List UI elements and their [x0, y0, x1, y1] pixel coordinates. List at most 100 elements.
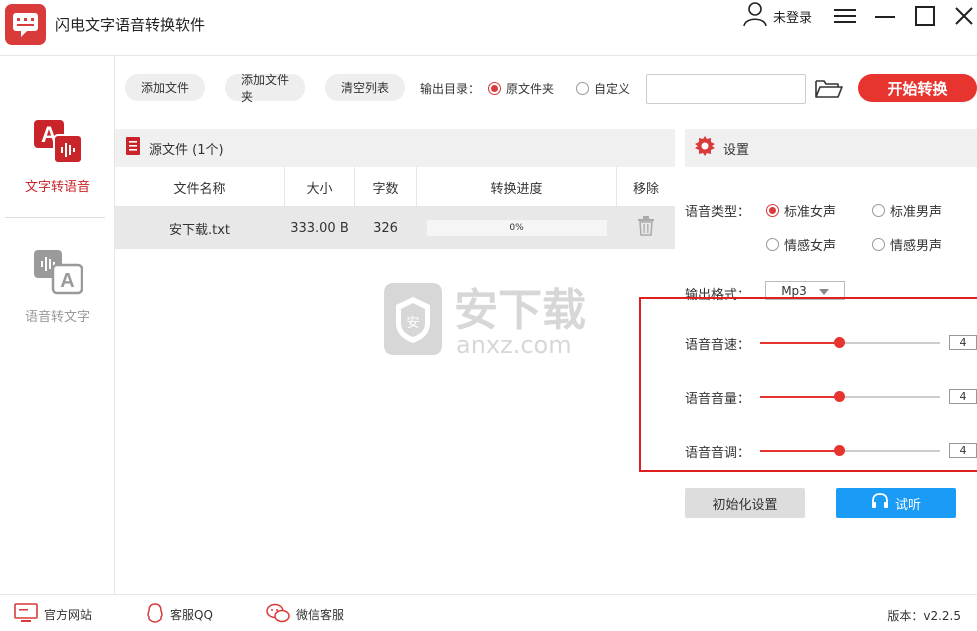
close-icon[interactable]	[951, 4, 977, 28]
column-header-remove: 移除	[632, 181, 659, 197]
settings-header: 设置	[685, 129, 977, 167]
file-list-title: 源文件 (1个)	[149, 142, 224, 158]
voice-type-label: 语音类型：	[685, 205, 751, 220]
minimize-icon[interactable]	[872, 4, 898, 28]
wechat-support-label: 微信客服	[296, 608, 345, 622]
footer: 官方网站 客服QQ 微信客服 版本：v2.2.5	[0, 594, 977, 631]
wechat-icon	[266, 603, 290, 626]
speed-value-input[interactable]: 4	[949, 335, 977, 350]
voice-option-label: 情感女声	[784, 239, 837, 254]
app-title: 闪电文字语音转换软件	[55, 16, 206, 34]
chevron-down-icon	[818, 284, 829, 298]
voice-option-label: 标准女声	[784, 205, 837, 220]
speed-slider-fill	[760, 342, 839, 344]
voice-radio-control[interactable]	[872, 204, 885, 217]
progress-bar: 0%	[426, 220, 607, 236]
sidebar-item-speech-to-text[interactable]: A 语音转文字	[0, 218, 115, 368]
start-convert-button[interactable]: 开始转换	[858, 74, 977, 102]
pitch-label: 语音音调：	[685, 446, 751, 461]
radio-custom-folder-label: 自定义	[594, 82, 631, 96]
login-label: 未登录	[773, 10, 813, 26]
menu-icon[interactable]	[832, 4, 858, 28]
radio-custom-folder-control[interactable]	[576, 82, 589, 95]
column-header-name: 文件名称	[115, 167, 285, 207]
voice-option-standard-female[interactable]: 标准女声	[766, 201, 836, 220]
add-file-button[interactable]: 添加文件	[125, 74, 205, 101]
speed-slider[interactable]	[760, 337, 940, 348]
radio-custom-folder[interactable]: 自定义	[576, 80, 630, 97]
official-site-label: 官方网站	[44, 608, 93, 622]
maximize-icon[interactable]	[912, 4, 938, 28]
sidebar-item-label: 文字转语音	[24, 180, 90, 195]
file-name-cell: 安下载.txt	[115, 207, 285, 249]
remove-file-button[interactable]	[617, 207, 675, 249]
user-icon	[742, 1, 768, 31]
headphones-icon	[871, 493, 889, 513]
listen-label: 试听	[894, 497, 921, 513]
trash-icon	[637, 216, 655, 240]
monitor-icon	[14, 603, 38, 626]
file-table-header: 文件名称 大小 字数 转换进度 移除	[115, 167, 675, 207]
watermark-text-en: anxz.com	[456, 331, 572, 359]
qq-icon	[146, 603, 164, 626]
volume-slider-fill	[760, 396, 839, 398]
pitch-slider-fill	[760, 450, 839, 452]
pitch-value-input[interactable]: 4	[949, 443, 977, 458]
qq-support-link[interactable]: 客服QQ	[146, 603, 213, 626]
svg-text:安: 安	[406, 316, 419, 331]
file-list-header: 源文件 (1个)	[115, 129, 675, 167]
voice-radio-control[interactable]	[872, 238, 885, 251]
official-site-link[interactable]: 官方网站	[14, 603, 92, 626]
voice-option-emotional-female[interactable]: 情感女声	[766, 235, 836, 254]
speed-slider-handle[interactable]	[834, 337, 845, 348]
add-folder-button[interactable]: 添加文件夹	[225, 73, 305, 104]
output-dir-label: 输出目录：	[420, 82, 481, 96]
app-window: 闪电文字语音转换软件 未登录 A 文字转语音 A 语音转文字 添加文件 添加文件…	[0, 0, 977, 631]
svg-text:A: A	[60, 270, 74, 292]
watermark-text-cn: 安下载	[454, 285, 586, 336]
speech-to-text-icon: A	[33, 246, 83, 300]
progress-text: 0%	[509, 223, 524, 233]
app-logo-icon	[5, 4, 46, 45]
browse-folder-icon[interactable]	[814, 76, 844, 104]
text-to-speech-icon: A	[33, 116, 83, 170]
sidebar: A 文字转语音 A 语音转文字	[0, 56, 115, 594]
radio-source-folder-control[interactable]	[488, 82, 501, 95]
column-header-size: 大小	[285, 167, 355, 207]
output-format-value: Mp3	[781, 283, 807, 298]
gear-icon	[695, 136, 715, 160]
column-header-chars: 字数	[355, 167, 417, 207]
radio-source-folder[interactable]: 原文件夹	[488, 80, 554, 97]
volume-slider-handle[interactable]	[834, 391, 845, 402]
sidebar-item-text-to-speech[interactable]: A 文字转语音	[0, 56, 115, 206]
output-path-input[interactable]	[646, 74, 806, 104]
clear-list-button[interactable]: 清空列表	[325, 74, 405, 101]
volume-value-input[interactable]: 4	[949, 389, 977, 404]
voice-radio-control[interactable]	[766, 238, 779, 251]
voice-option-standard-male[interactable]: 标准男声	[872, 201, 942, 220]
sidebar-item-label: 语音转文字	[24, 310, 90, 325]
voice-option-label: 情感男声	[890, 239, 943, 254]
listen-button[interactable]: 试听	[836, 488, 956, 518]
pitch-slider[interactable]	[760, 445, 940, 456]
login-button[interactable]: 未登录	[742, 1, 813, 31]
title-bar: 闪电文字语音转换软件 未登录	[0, 0, 977, 56]
pitch-slider-handle[interactable]	[834, 445, 845, 456]
table-row[interactable]: 安下载.txt 333.00 B 326 0%	[115, 207, 675, 249]
volume-slider[interactable]	[760, 391, 940, 402]
radio-source-folder-label: 原文件夹	[506, 82, 555, 96]
file-progress-cell: 0%	[417, 207, 617, 249]
column-header-progress: 转换进度	[417, 167, 617, 207]
volume-label: 语音音量：	[685, 392, 751, 407]
voice-option-emotional-male[interactable]: 情感男声	[872, 235, 942, 254]
voice-option-label: 标准男声	[890, 205, 943, 220]
reset-settings-button[interactable]: 初始化设置	[685, 488, 805, 518]
voice-radio-control[interactable]	[766, 204, 779, 217]
document-icon	[125, 136, 141, 160]
file-size-cell: 333.00 B	[285, 207, 355, 249]
watermark-logo: 安 安下载 anxz.com	[380, 275, 610, 365]
wechat-support-link[interactable]: 微信客服	[266, 603, 344, 626]
settings-title: 设置	[723, 142, 750, 158]
speed-label: 语音音速：	[685, 338, 751, 353]
qq-support-label: 客服QQ	[170, 608, 213, 622]
